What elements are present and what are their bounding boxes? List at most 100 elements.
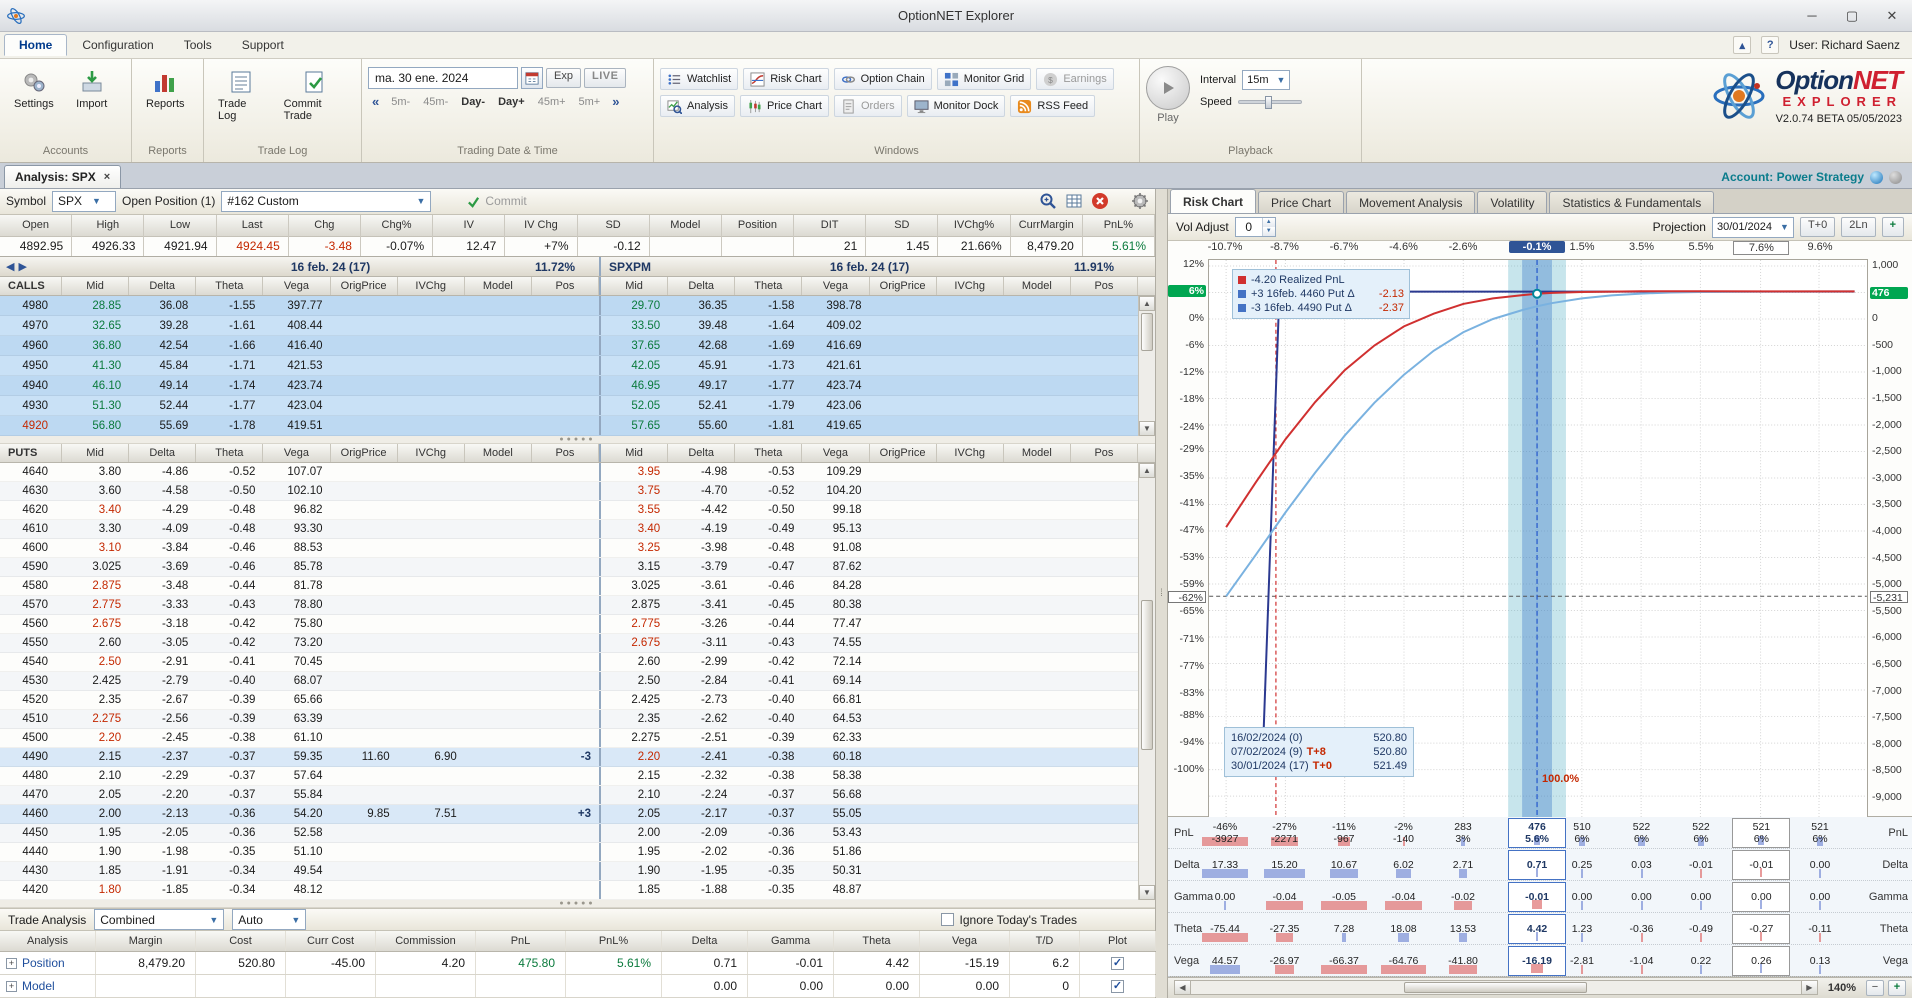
chain-col-header-pos[interactable]: Pos	[532, 277, 599, 295]
put-row-4560[interactable]: 45602.675-3.18-0.4275.802.775-3.26-0.447…	[0, 615, 1138, 634]
tab-price-chart[interactable]: Price Chart	[1258, 191, 1344, 213]
account-label[interactable]: Account: Power Strategy	[1721, 170, 1864, 184]
tab-volatility[interactable]: Volatility	[1477, 191, 1547, 213]
put-row-4540[interactable]: 45402.50-2.91-0.4170.452.60-2.99-0.4272.…	[0, 653, 1138, 672]
chain-col-header-model[interactable]: Model	[1004, 444, 1071, 462]
help-icon[interactable]: ?	[1761, 36, 1779, 54]
chain-col-header-theta[interactable]: Theta	[196, 277, 263, 295]
chain-col-header-origprice[interactable]: OrigPrice	[870, 444, 937, 462]
chain-col-header-pos[interactable]: Pos	[1071, 444, 1138, 462]
analysis-col-header-gamma[interactable]: Gamma	[748, 931, 834, 951]
calendar-icon[interactable]	[521, 67, 543, 89]
chain-col-header-origprice[interactable]: OrigPrice	[331, 277, 398, 295]
live-button[interactable]: LIVE	[584, 68, 626, 88]
analysis-row-model[interactable]: +Model0.000.000.000.000✓	[0, 975, 1155, 998]
chain-col-header-mid[interactable]: Mid	[62, 444, 129, 462]
window-toggle-earnings[interactable]: $Earnings	[1036, 68, 1113, 90]
puts-bottom-splitter[interactable]: ●●●●●	[0, 900, 1155, 908]
chain-col-header-pos[interactable]: Pos	[532, 444, 599, 462]
chart-hscrollbar[interactable]: ◀ ▶	[1174, 980, 1818, 995]
put-row-4510[interactable]: 45102.275-2.56-0.3963.392.35-2.62-0.4064…	[0, 710, 1138, 729]
chain-col-header-ivchg[interactable]: IVChg	[937, 277, 1004, 295]
next-expiration-icon[interactable]: ▶	[18, 260, 26, 273]
call-row-4940[interactable]: 494046.1049.14-1.74423.7446.9549.17-1.77…	[0, 376, 1138, 396]
expiration-left[interactable]: 16 feb. 24 (17) 11.72%	[62, 257, 599, 276]
call-row-4920[interactable]: 492056.8055.69-1.78419.5157.6555.60-1.81…	[0, 416, 1138, 436]
search-icon[interactable]	[1039, 192, 1057, 210]
put-row-4430[interactable]: 44301.85-1.91-0.3449.541.90-1.95-0.3550.…	[0, 862, 1138, 881]
put-row-4440[interactable]: 44401.90-1.98-0.3551.101.95-2.02-0.3651.…	[0, 843, 1138, 862]
scroll-down-icon[interactable]: ▼	[1139, 885, 1155, 900]
analysis-col-header-commission[interactable]: Commission	[376, 931, 476, 951]
tab-risk-chart[interactable]: Risk Chart	[1170, 189, 1256, 213]
chain-col-header-origprice[interactable]: OrigPrice	[331, 444, 398, 462]
window-toggle-orders[interactable]: Orders	[834, 95, 902, 117]
vol-adjust-spinner[interactable]: 0 ▲▼	[1235, 217, 1276, 237]
export-grid-icon[interactable]	[1065, 192, 1083, 210]
tab-statistics-fundamentals[interactable]: Statistics & Fundamentals	[1549, 191, 1714, 213]
analysis-col-header-pnl[interactable]: PnL%	[566, 931, 662, 951]
put-row-4520[interactable]: 45202.35-2.67-0.3965.662.425-2.73-0.4066…	[0, 691, 1138, 710]
chain-col-header-delta[interactable]: Delta	[129, 444, 196, 462]
prev-day-icon[interactable]: «	[368, 94, 383, 109]
put-row-4450[interactable]: 44501.95-2.05-0.3652.582.00-2.09-0.3653.…	[0, 824, 1138, 843]
analysis-col-header-currcost[interactable]: Curr Cost	[286, 931, 376, 951]
analysis-col-header-pnl[interactable]: PnL	[476, 931, 566, 951]
commit-trade-button[interactable]: Commit Trade	[276, 63, 355, 128]
time-step-45m[interactable]: 45m+	[533, 96, 571, 108]
play-button[interactable]	[1146, 66, 1190, 110]
scroll-left-icon[interactable]: ◀	[1175, 981, 1191, 994]
time-step-5m[interactable]: 5m-	[386, 96, 415, 108]
put-row-4630[interactable]: 46303.60-4.58-0.50102.103.75-4.70-0.5210…	[0, 482, 1138, 501]
spin-down-icon[interactable]: ▼	[1263, 227, 1275, 236]
chain-col-header-theta[interactable]: Theta	[735, 444, 802, 462]
put-row-4480[interactable]: 44802.10-2.29-0.3757.642.15-2.32-0.3858.…	[0, 767, 1138, 786]
ignore-todays-trades-checkbox[interactable]	[941, 913, 954, 926]
tab-close-icon[interactable]: ×	[104, 171, 110, 183]
spin-up-icon[interactable]: ▲	[1263, 218, 1275, 227]
chain-col-header-model[interactable]: Model	[1004, 277, 1071, 295]
analysis-col-header-td[interactable]: T/D	[1010, 931, 1080, 951]
zoom-out-button[interactable]: −	[1866, 980, 1884, 996]
puts-scrollbar[interactable]: ▲ ▼	[1138, 463, 1155, 900]
close-icon[interactable]: ✕	[1872, 3, 1912, 29]
put-row-4460[interactable]: 44602.00-2.13-0.3654.209.857.51+32.05-2.…	[0, 805, 1138, 824]
chain-col-header-ivchg[interactable]: IVChg	[398, 277, 465, 295]
window-toggle-rss-feed[interactable]: RSS Feed	[1010, 95, 1095, 117]
chain-col-header-ivchg[interactable]: IVChg	[398, 444, 465, 462]
strategy-select[interactable]: #162 Custom ▼	[221, 191, 431, 212]
put-row-4490[interactable]: 44902.15-2.37-0.3759.3511.606.90-32.20-2…	[0, 748, 1138, 767]
chain-settings-icon[interactable]	[1131, 192, 1149, 210]
menu-tab-support[interactable]: Support	[227, 34, 299, 56]
expiration-right[interactable]: SPXPM 16 feb. 24 (17) 11.91%	[599, 257, 1138, 276]
window-toggle-option-chain[interactable]: Option Chain	[834, 68, 932, 90]
import-button[interactable]: Import	[66, 63, 118, 116]
prev-expiration-icon[interactable]: ◀	[6, 260, 14, 273]
chain-col-header-vega[interactable]: Vega	[263, 277, 330, 295]
analysis-col-header-analysis[interactable]: Analysis	[0, 931, 96, 951]
chain-col-header-pos[interactable]: Pos	[1071, 277, 1138, 295]
maximize-icon[interactable]: ▢	[1832, 3, 1872, 29]
trade-analysis-auto-select[interactable]: Auto ▼	[232, 909, 306, 930]
chain-col-header-vega[interactable]: Vega	[802, 444, 869, 462]
chain-col-header-model[interactable]: Model	[465, 277, 532, 295]
chain-col-header-delta[interactable]: Delta	[668, 444, 735, 462]
chain-col-header-ivchg[interactable]: IVChg	[937, 444, 1004, 462]
scroll-right-icon[interactable]: ▶	[1801, 981, 1817, 994]
window-toggle-monitor-grid[interactable]: Monitor Grid	[937, 68, 1032, 90]
plot-checkbox[interactable]: ✓	[1111, 957, 1124, 970]
commit-button[interactable]: Commit	[467, 194, 526, 208]
put-row-4590[interactable]: 45903.025-3.69-0.4685.783.15-3.79-0.4787…	[0, 558, 1138, 577]
window-toggle-monitor-dock[interactable]: Monitor Dock	[907, 95, 1006, 117]
chain-col-header-delta[interactable]: Delta	[129, 277, 196, 295]
chain-col-header-mid[interactable]: Mid	[599, 444, 668, 462]
menu-tab-configuration[interactable]: Configuration	[67, 34, 168, 56]
chain-col-header-vega[interactable]: Vega	[802, 277, 869, 295]
call-row-4960[interactable]: 496036.8042.54-1.66416.4037.6542.68-1.69…	[0, 336, 1138, 356]
plot-checkbox[interactable]: ✓	[1111, 980, 1124, 993]
hscroll-thumb[interactable]	[1404, 982, 1587, 993]
chain-col-header-mid[interactable]: Mid	[62, 277, 129, 295]
next-day-icon[interactable]: »	[608, 94, 623, 109]
analysis-col-header-margin[interactable]: Margin	[96, 931, 196, 951]
chain-col-header-model[interactable]: Model	[465, 444, 532, 462]
